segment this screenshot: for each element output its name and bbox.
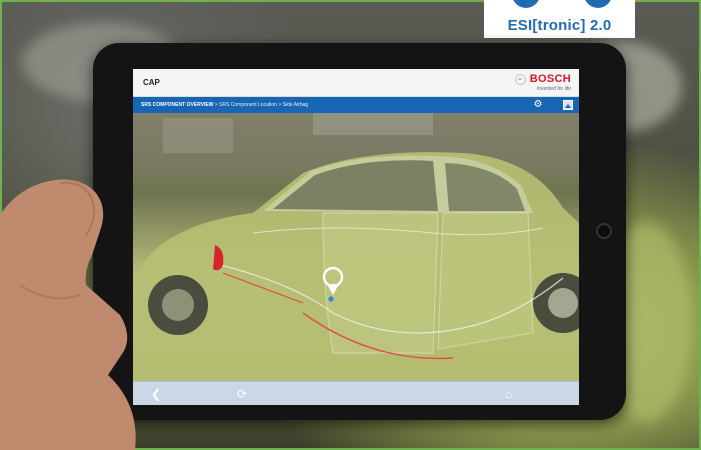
esi-circle-icon bbox=[512, 0, 540, 8]
bosch-brand: BOSCH Invented for life bbox=[514, 73, 571, 92]
breadcrumb: SRS COMPONENT OVERVIEW > SRS Component L… bbox=[141, 102, 308, 108]
car-xray-illustration bbox=[133, 113, 579, 381]
gear-icon[interactable]: ⚙ bbox=[533, 100, 543, 110]
breadcrumb-root[interactable]: SRS COMPONENT OVERVIEW bbox=[141, 102, 213, 108]
tablet-device: CAP BOSCH Invented for life SRS COMPONEN… bbox=[93, 43, 626, 420]
tablet-screen: CAP BOSCH Invented for life SRS COMPONEN… bbox=[133, 69, 579, 405]
tablet-home-key[interactable] bbox=[596, 223, 612, 239]
home-icon[interactable]: ⌂ bbox=[505, 387, 512, 401]
bosch-tagline: Invented for life bbox=[536, 86, 571, 92]
refresh-icon[interactable]: ⟳ bbox=[237, 387, 247, 401]
esi-badge: ESI[tronic] 2.0 bbox=[484, 0, 635, 38]
esi-logo-icons bbox=[506, 0, 616, 8]
app-header: CAP BOSCH Invented for life bbox=[133, 69, 579, 97]
app-title: CAP bbox=[143, 78, 160, 87]
bottom-nav-bar: ❮ ⟳ ⌂ bbox=[133, 381, 579, 405]
esi-circle-icon bbox=[584, 0, 612, 8]
esi-badge-label: ESI[tronic] 2.0 bbox=[507, 17, 612, 34]
chevron-left-icon[interactable]: ❮ bbox=[151, 387, 161, 401]
breadcrumb-path: > SRS Component Location > Side Airbag bbox=[213, 102, 309, 108]
image-icon[interactable] bbox=[563, 100, 573, 110]
component-3d-viewer[interactable] bbox=[133, 113, 579, 381]
breadcrumb-bar: SRS COMPONENT OVERVIEW > SRS Component L… bbox=[133, 97, 579, 113]
holding-hand bbox=[0, 179, 136, 450]
bosch-armature-icon bbox=[514, 73, 526, 85]
bosch-wordmark: BOSCH bbox=[529, 73, 571, 85]
